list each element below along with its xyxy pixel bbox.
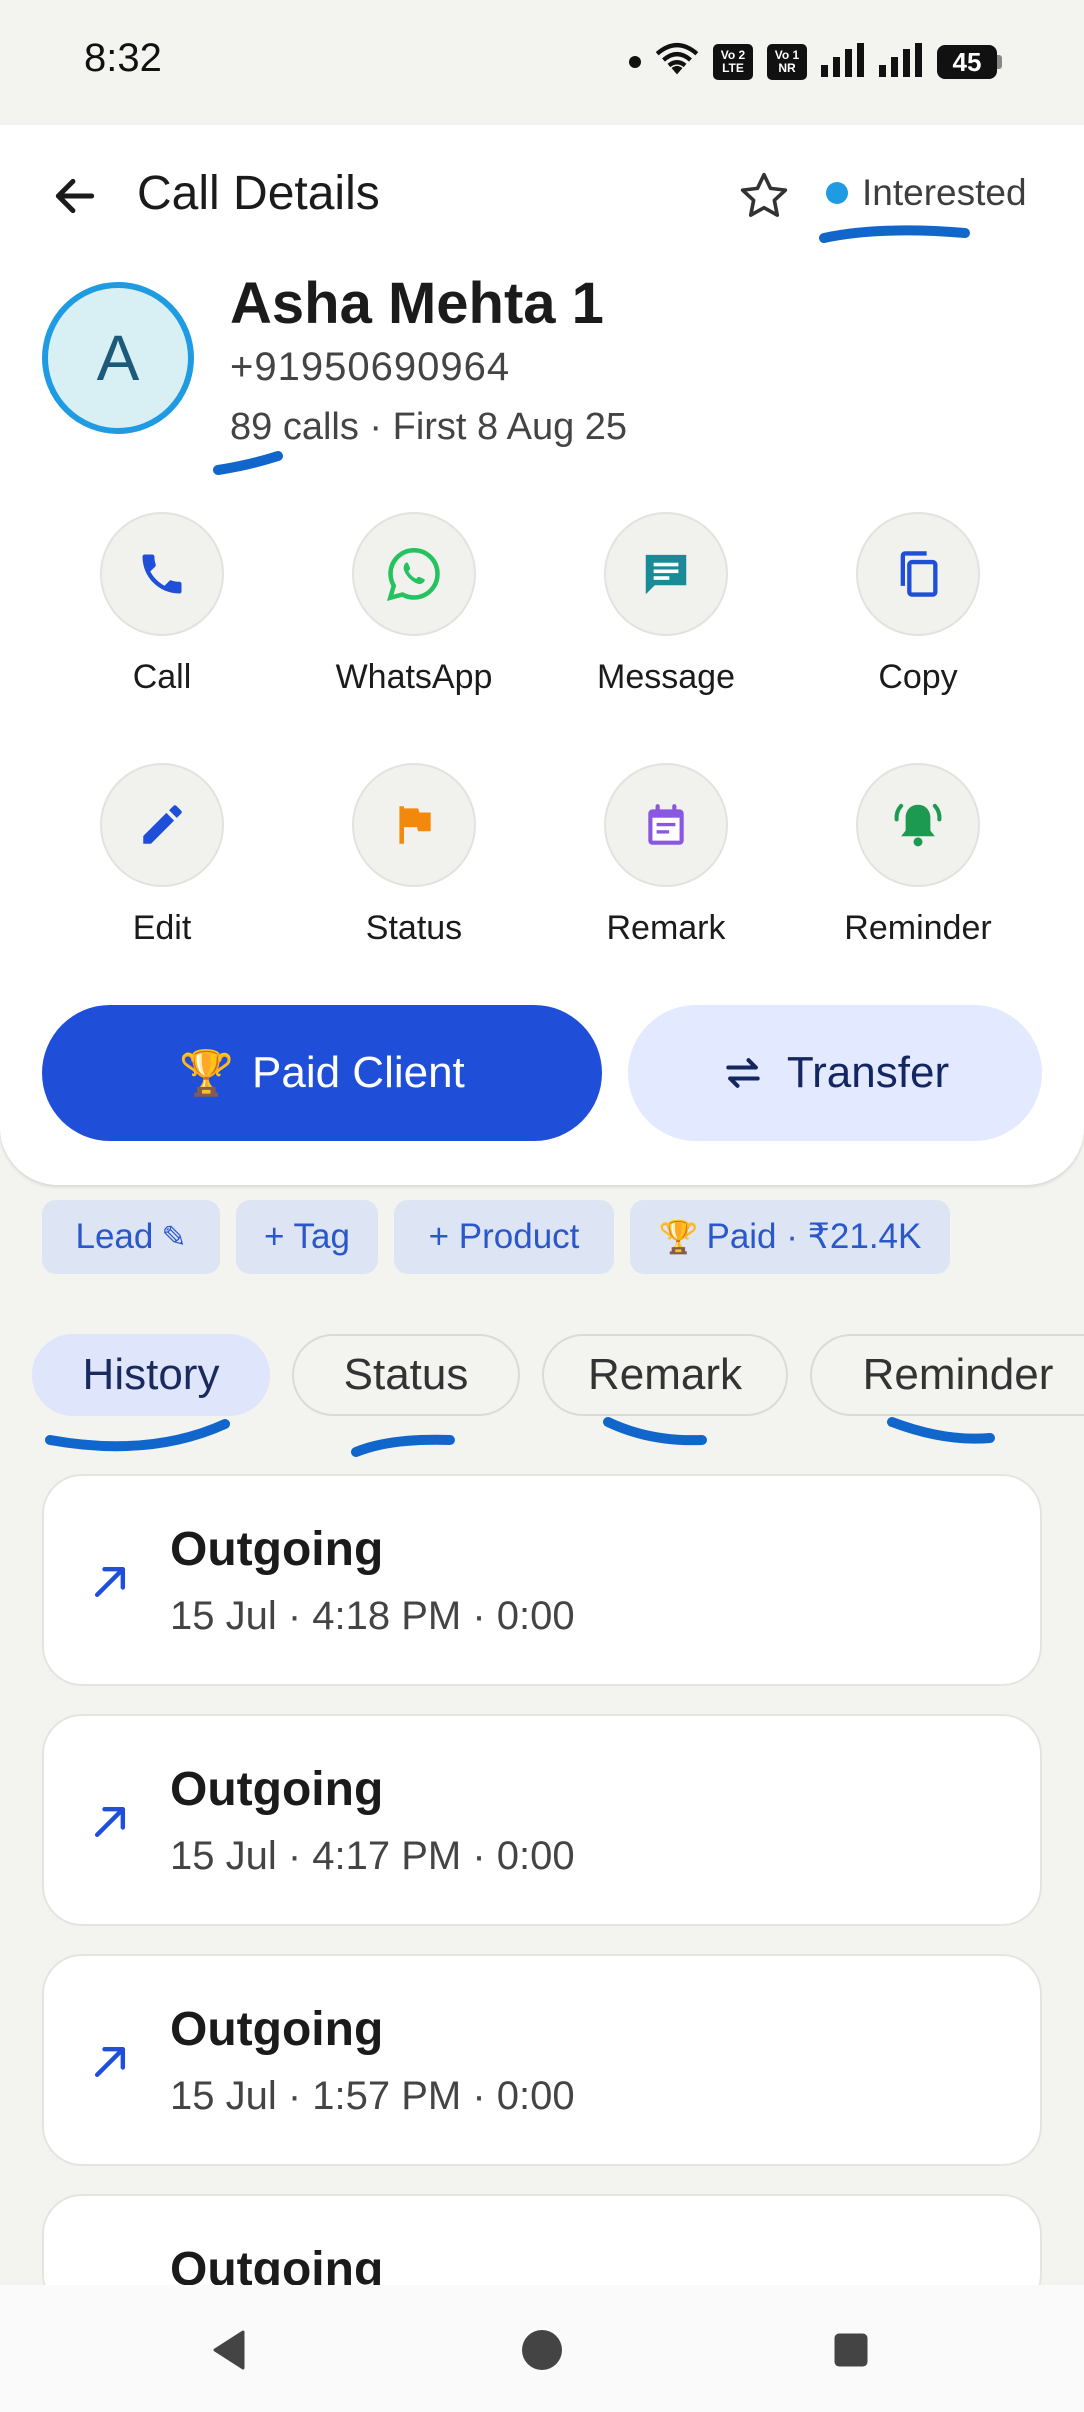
arrow-left-icon (55, 178, 95, 214)
status-action-label: Status (365, 909, 463, 947)
tab-history[interactable]: History (32, 1334, 270, 1416)
pencil-icon (143, 805, 182, 844)
add-tag-label: + Tag (264, 1217, 350, 1256)
status-action[interactable]: Status (294, 763, 534, 963)
copy-action-label: Copy (878, 658, 958, 696)
square-recents-icon (834, 2333, 868, 2367)
status-dot-icon (826, 182, 848, 204)
annotation-stroke (45, 1419, 230, 1452)
notification-dot-icon (629, 56, 641, 68)
edit-action[interactable]: Edit (42, 763, 282, 963)
remark-action-label: Remark (606, 909, 726, 947)
wifi-icon (655, 42, 699, 83)
call-type: Outgoing (170, 1763, 384, 1816)
list-item[interactable]: Outgoing 15 Jul · 4:17 PM · 0:00 (42, 1714, 1042, 1926)
message-action[interactable]: Message (546, 512, 786, 712)
paid-amount-chip[interactable]: 🏆 Paid · ₹21.4K (630, 1200, 950, 1274)
lead-status-label: Interested (862, 172, 1027, 213)
reminder-action[interactable]: Reminder (798, 763, 1038, 963)
signal-icon (821, 42, 865, 82)
copy-icon (900, 551, 938, 597)
signal-icon (879, 42, 923, 82)
triangle-back-icon (213, 2330, 245, 2370)
note-icon (648, 804, 684, 845)
call-detail: 15 Jul · 4:17 PM · 0:00 (170, 1834, 575, 1878)
add-product-label: + Product (428, 1217, 580, 1256)
transfer-label: Transfer (786, 1048, 950, 1097)
contact-name: Asha Mehta 1 (230, 271, 604, 336)
annotation-stroke (603, 1417, 707, 1446)
call-type: Outgoing (170, 2003, 384, 2056)
pencil-icon: ✎ (161, 1220, 187, 1254)
call-action-label: Call (132, 658, 192, 696)
tab-remark[interactable]: Remark (542, 1334, 788, 1416)
navigation-bar (0, 2285, 1084, 2412)
add-tag-chip[interactable]: + Tag (236, 1200, 378, 1274)
outgoing-call-icon (94, 1566, 126, 1598)
flag-icon (399, 806, 431, 844)
add-product-chip[interactable]: + Product (394, 1200, 614, 1274)
nav-back-button[interactable] (196, 2317, 262, 2383)
avatar: A (42, 282, 194, 434)
status-time: 8:32 (84, 36, 162, 80)
remark-action[interactable]: Remark (546, 763, 786, 963)
outgoing-call-icon (94, 2046, 126, 2078)
edit-action-label: Edit (132, 909, 192, 947)
status-bar: 8:32 Vo 2 LTE Vo 1 NR 45 (0, 0, 1084, 125)
nav-recents-button[interactable] (818, 2317, 884, 2383)
copy-action[interactable]: Copy (798, 512, 1038, 712)
message-action-label: Message (597, 658, 735, 696)
avatar-letter: A (96, 322, 140, 394)
status-icons: Vo 2 LTE Vo 1 NR 45 (629, 40, 1002, 84)
trophy-icon: 🏆 (179, 1049, 234, 1098)
contact-call-summary: 89 calls · First 8 Aug 25 (230, 406, 628, 448)
lead-chip-label: Lead (75, 1217, 154, 1256)
outgoing-call-icon (94, 1806, 126, 1838)
tab-status[interactable]: Status (292, 1334, 520, 1416)
phone-icon (142, 554, 182, 594)
battery-icon: 45 (937, 45, 1002, 79)
volte-nr-icon: Vo 1 NR (767, 44, 807, 80)
volte-lte-icon: Vo 2 LTE (713, 44, 753, 80)
nav-home-button[interactable] (509, 2317, 575, 2383)
trophy-icon: 🏆 (658, 1219, 699, 1255)
star-icon (740, 172, 788, 217)
list-item[interactable]: Outgoing 15 Jul · 1:57 PM · 0:00 (42, 1954, 1042, 2166)
contact-phone: +9195⁢0690964 (230, 345, 511, 389)
reminder-action-label: Reminder (844, 909, 992, 947)
call-type: Outgoing (170, 1523, 384, 1576)
call-detail: 15 Jul · 1:57 PM · 0:00 (170, 2074, 575, 2118)
paid-client-label: Paid Client (252, 1048, 465, 1097)
page-title: Call Details (137, 167, 380, 220)
circle-home-icon (522, 2330, 562, 2370)
paid-amount-label: Paid · ₹21.4K (706, 1217, 922, 1256)
favorite-button[interactable] (733, 165, 795, 227)
whatsapp-icon (386, 547, 440, 601)
whatsapp-action[interactable]: WhatsApp (294, 512, 534, 712)
lead-status-pill[interactable]: Interested (826, 172, 1027, 214)
message-icon (645, 554, 687, 595)
swap-arrows-icon (726, 1058, 760, 1088)
whatsapp-action-label: WhatsApp (335, 658, 493, 696)
call-detail: 15 Jul · 4:18 PM · 0:00 (170, 1594, 575, 1638)
list-item[interactable]: Outgoing 15 Jul · 4:18 PM · 0:00 (42, 1474, 1042, 1686)
paid-client-button[interactable]: 🏆 Paid Client (42, 1005, 602, 1141)
tab-reminder[interactable]: Reminder (810, 1334, 1084, 1416)
annotation-stroke (887, 1417, 995, 1444)
lead-chip[interactable]: Lead ✎ (42, 1200, 220, 1274)
bell-icon (894, 803, 942, 847)
call-action[interactable]: Call (42, 512, 282, 712)
back-button[interactable] (44, 165, 106, 227)
annotation-stroke (351, 1434, 455, 1457)
transfer-button[interactable]: Transfer (628, 1005, 1042, 1141)
